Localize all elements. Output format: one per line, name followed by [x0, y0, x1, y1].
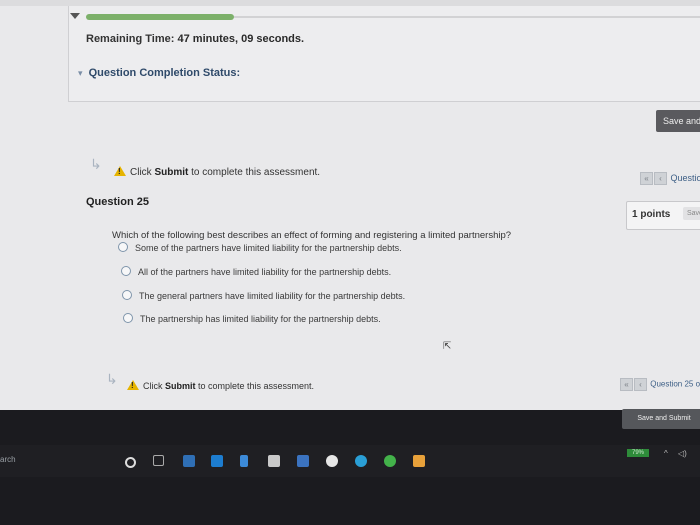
browser-icon[interactable] — [355, 455, 367, 467]
first-question-icon[interactable]: « — [620, 378, 633, 391]
question-nav-top-label: Questio — [670, 172, 700, 183]
question-nav-top[interactable]: «‹ Questio — [640, 172, 700, 185]
collapse-triangle-icon[interactable] — [70, 13, 80, 19]
save-answer-button[interactable]: Save — [683, 207, 700, 220]
edge-icon[interactable] — [183, 455, 195, 467]
answer-option[interactable]: The general partners have limited liabil… — [122, 290, 405, 301]
submit-notice-bottom: Click Submit to complete this assessment… — [127, 380, 314, 391]
remaining-time-value: 47 minutes, 09 seconds. — [177, 33, 305, 45]
battery-indicator[interactable]: 79% — [627, 449, 649, 457]
radio-icon[interactable] — [118, 242, 128, 252]
radio-icon[interactable] — [123, 313, 133, 323]
chrome-icon[interactable] — [326, 455, 338, 467]
mouse-cursor-icon: ⇱ — [443, 341, 452, 352]
question-nav-bottom[interactable]: «‹ Question 25 o — [620, 378, 700, 391]
remaining-time: Remaining Time: 47 minutes, 09 seconds. — [86, 33, 304, 45]
completion-status-toggle[interactable]: ▾ Question Completion Status: — [78, 67, 240, 79]
chevron-down-icon: ▾ — [78, 68, 83, 78]
answer-option-label: The partnership has limited liability fo… — [140, 314, 381, 324]
completion-status-label: Question Completion Status: — [88, 67, 241, 79]
radio-icon[interactable] — [121, 266, 131, 276]
time-progress-track — [234, 16, 700, 18]
lync-icon[interactable] — [211, 455, 223, 467]
store-icon[interactable] — [268, 455, 280, 467]
previous-question-icon[interactable]: ‹ — [634, 378, 647, 391]
question-points: 1 points — [632, 209, 671, 220]
answer-option-label: The general partners have limited liabil… — [139, 291, 406, 301]
app-icon[interactable] — [240, 455, 248, 467]
app-orange-icon[interactable] — [413, 455, 425, 467]
return-arrow-icon: ↳ — [106, 371, 118, 387]
save-and-submit-label: Save and Submit — [637, 415, 691, 422]
mail-icon[interactable] — [297, 455, 309, 467]
answer-option[interactable]: Some of the partners have limited liabil… — [118, 242, 402, 253]
points-box: 1 points Save — [626, 201, 700, 230]
question-text: Which of the following best describes an… — [112, 230, 512, 241]
volume-icon[interactable]: ◁) — [678, 449, 687, 458]
submit-word: Submit — [154, 167, 189, 178]
remaining-time-label: Remaining Time: — [86, 33, 175, 45]
taskbar — [0, 445, 700, 477]
chevron-up-icon[interactable]: ^ — [664, 449, 668, 458]
save-all-label: Save and — [663, 116, 700, 126]
time-progress-bar — [86, 14, 234, 20]
submit-word: Submit — [165, 381, 196, 391]
first-question-icon[interactable]: « — [640, 172, 653, 185]
save-all-button[interactable]: Save and — [656, 110, 700, 132]
answer-option[interactable]: All of the partners have limited liabili… — [121, 266, 391, 277]
answer-option-label: All of the partners have limited liabili… — [138, 267, 392, 277]
warning-icon — [114, 166, 126, 176]
submit-notice-top: Click Submit to complete this assessment… — [114, 166, 320, 178]
answer-option[interactable]: The partnership has limited liability fo… — [123, 313, 381, 324]
save-and-submit-button[interactable]: Save and Submit — [622, 409, 700, 429]
question-nav-bottom-label: Question 25 o — [650, 379, 700, 389]
question-title: Question 25 — [86, 196, 149, 208]
previous-question-icon[interactable]: ‹ — [654, 172, 667, 185]
app-green-icon[interactable] — [384, 455, 396, 467]
taskbar-search-text[interactable]: arch — [0, 455, 16, 464]
cortana-icon[interactable] — [125, 457, 136, 468]
browser-viewport: Remaining Time: 47 minutes, 09 seconds. … — [0, 0, 700, 410]
task-view-icon[interactable] — [153, 455, 164, 466]
return-arrow-icon: ↳ — [90, 156, 102, 172]
answer-option-label: Some of the partners have limited liabil… — [135, 243, 402, 253]
status-panel — [68, 6, 700, 102]
warning-icon — [127, 380, 139, 390]
radio-icon[interactable] — [122, 290, 132, 300]
